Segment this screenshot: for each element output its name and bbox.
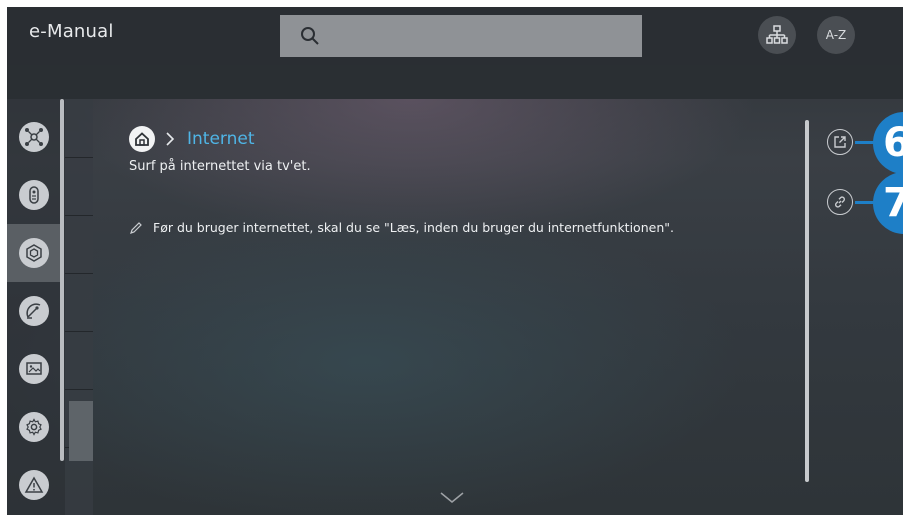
breadcrumb: Internet	[129, 125, 255, 153]
sidebar-item-picture[interactable]	[7, 340, 60, 398]
divider	[65, 157, 93, 158]
chevron-right-icon	[166, 132, 175, 146]
content-scrollbar[interactable]	[805, 120, 809, 482]
top-bar: e-Manual A-Z	[7, 7, 903, 65]
a-z-label: A-Z	[825, 28, 847, 42]
toolbar-strip	[7, 65, 903, 99]
app-title: e-Manual	[29, 21, 114, 42]
sitemap-button[interactable]	[758, 16, 796, 54]
page-title: Internet	[187, 129, 255, 149]
connections-icon	[18, 122, 49, 152]
search-input[interactable]	[280, 15, 642, 57]
sidebar-item-connections[interactable]	[7, 108, 60, 166]
callout-badge-6: 6	[873, 112, 903, 174]
external-link-icon	[834, 136, 846, 148]
chevron-down-icon[interactable]	[439, 491, 465, 505]
divider	[65, 273, 93, 274]
pencil-icon	[130, 221, 142, 234]
callout-badge-7: 7	[873, 172, 903, 234]
a-z-index-button[interactable]: A-Z	[817, 16, 855, 54]
link-icon	[835, 196, 845, 208]
divider	[65, 389, 93, 390]
settings-gear-icon	[18, 412, 49, 442]
divider	[65, 215, 93, 216]
note: Før du bruger internettet, skal du se "L…	[129, 220, 674, 235]
sidebar-scrollbar[interactable]	[60, 99, 64, 461]
sidebar-submenu-active-item[interactable]	[69, 401, 93, 461]
smart-features-icon	[18, 238, 49, 268]
satellite-dish-icon	[18, 296, 49, 326]
page-subtitle: Surf på internettet via tv'et.	[129, 159, 311, 174]
sidebar-item-broadcasting[interactable]	[7, 282, 60, 340]
picture-icon	[18, 354, 49, 384]
warning-icon	[18, 470, 49, 500]
sidebar-item-settings[interactable]	[7, 398, 60, 456]
sitemap-icon	[766, 25, 788, 44]
search-icon	[301, 27, 319, 45]
divider	[65, 331, 93, 332]
open-external-button[interactable]	[827, 129, 853, 155]
home-icon[interactable]	[129, 126, 155, 152]
note-text: Før du bruger internettet, skal du se "L…	[153, 220, 674, 235]
remote-icon	[18, 180, 49, 210]
tv-screen: e-Manual A-Z Internet Surf på internette…	[7, 7, 903, 515]
sidebar-item-remote[interactable]	[7, 166, 60, 224]
related-link-button[interactable]	[827, 189, 853, 215]
sidebar-item-smart-features[interactable]	[7, 224, 60, 282]
sidebar-item-troubleshooting[interactable]	[7, 456, 60, 514]
